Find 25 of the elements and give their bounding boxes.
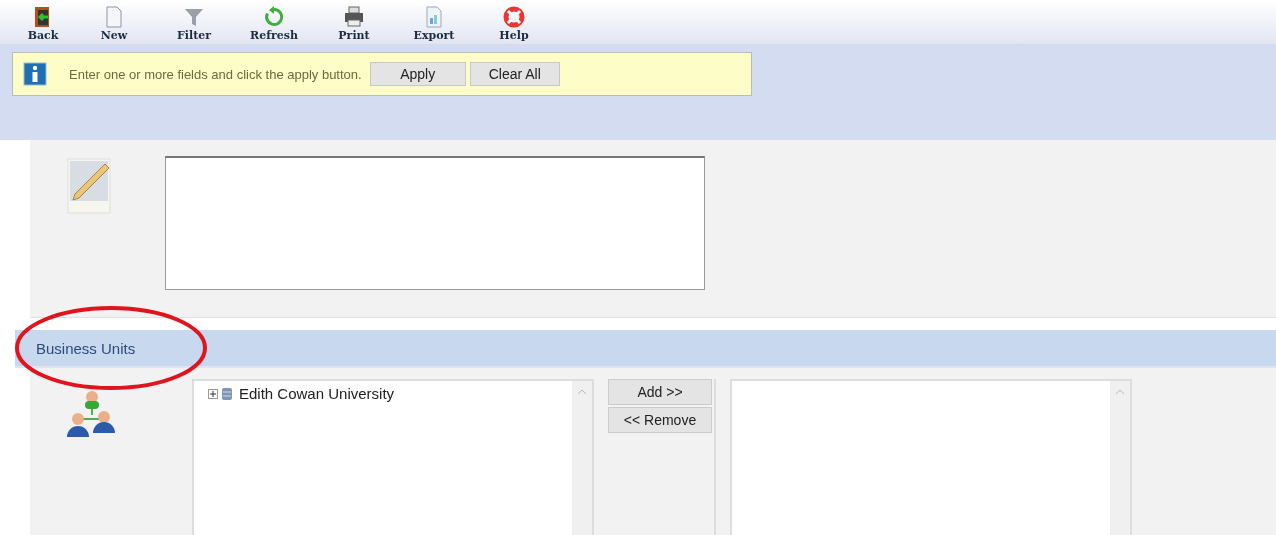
info-icon: [23, 62, 47, 86]
toolbar-button[interactable]: Print: [314, 0, 394, 44]
transfer-button[interactable]: << Remove: [608, 407, 712, 433]
info-bar-button[interactable]: Apply: [369, 62, 466, 86]
scroll-up-icon[interactable]: [577, 389, 587, 395]
toolbar-button[interactable]: Filter: [154, 0, 234, 44]
scroll-up-icon[interactable]: [1115, 389, 1125, 395]
info-bar-button[interactable]: Clear All: [469, 62, 560, 86]
toolbar-button[interactable]: Refresh: [234, 0, 314, 44]
lifebuoy-icon: [502, 5, 526, 29]
toolbar-button[interactable]: Back: [12, 0, 74, 44]
scrollbar[interactable]: [572, 381, 592, 535]
scrollbar[interactable]: [1110, 381, 1130, 535]
info-message: Enter one or more fields and click the apply button.: [69, 66, 362, 82]
toolbar-button[interactable]: New: [74, 0, 154, 44]
expand-icon[interactable]: [208, 388, 218, 399]
transfer-button[interactable]: Add >>: [608, 379, 712, 405]
toolbar-button[interactable]: Help: [474, 0, 554, 44]
tree-item[interactable]: Edith Cowan University: [208, 385, 558, 402]
toolbar-button[interactable]: Export: [394, 0, 474, 44]
refresh-icon: [262, 5, 286, 29]
printer-icon: [342, 5, 366, 29]
section-title: Business Units: [36, 339, 136, 357]
database-icon: [221, 386, 233, 401]
notes-field[interactable]: [165, 156, 705, 290]
